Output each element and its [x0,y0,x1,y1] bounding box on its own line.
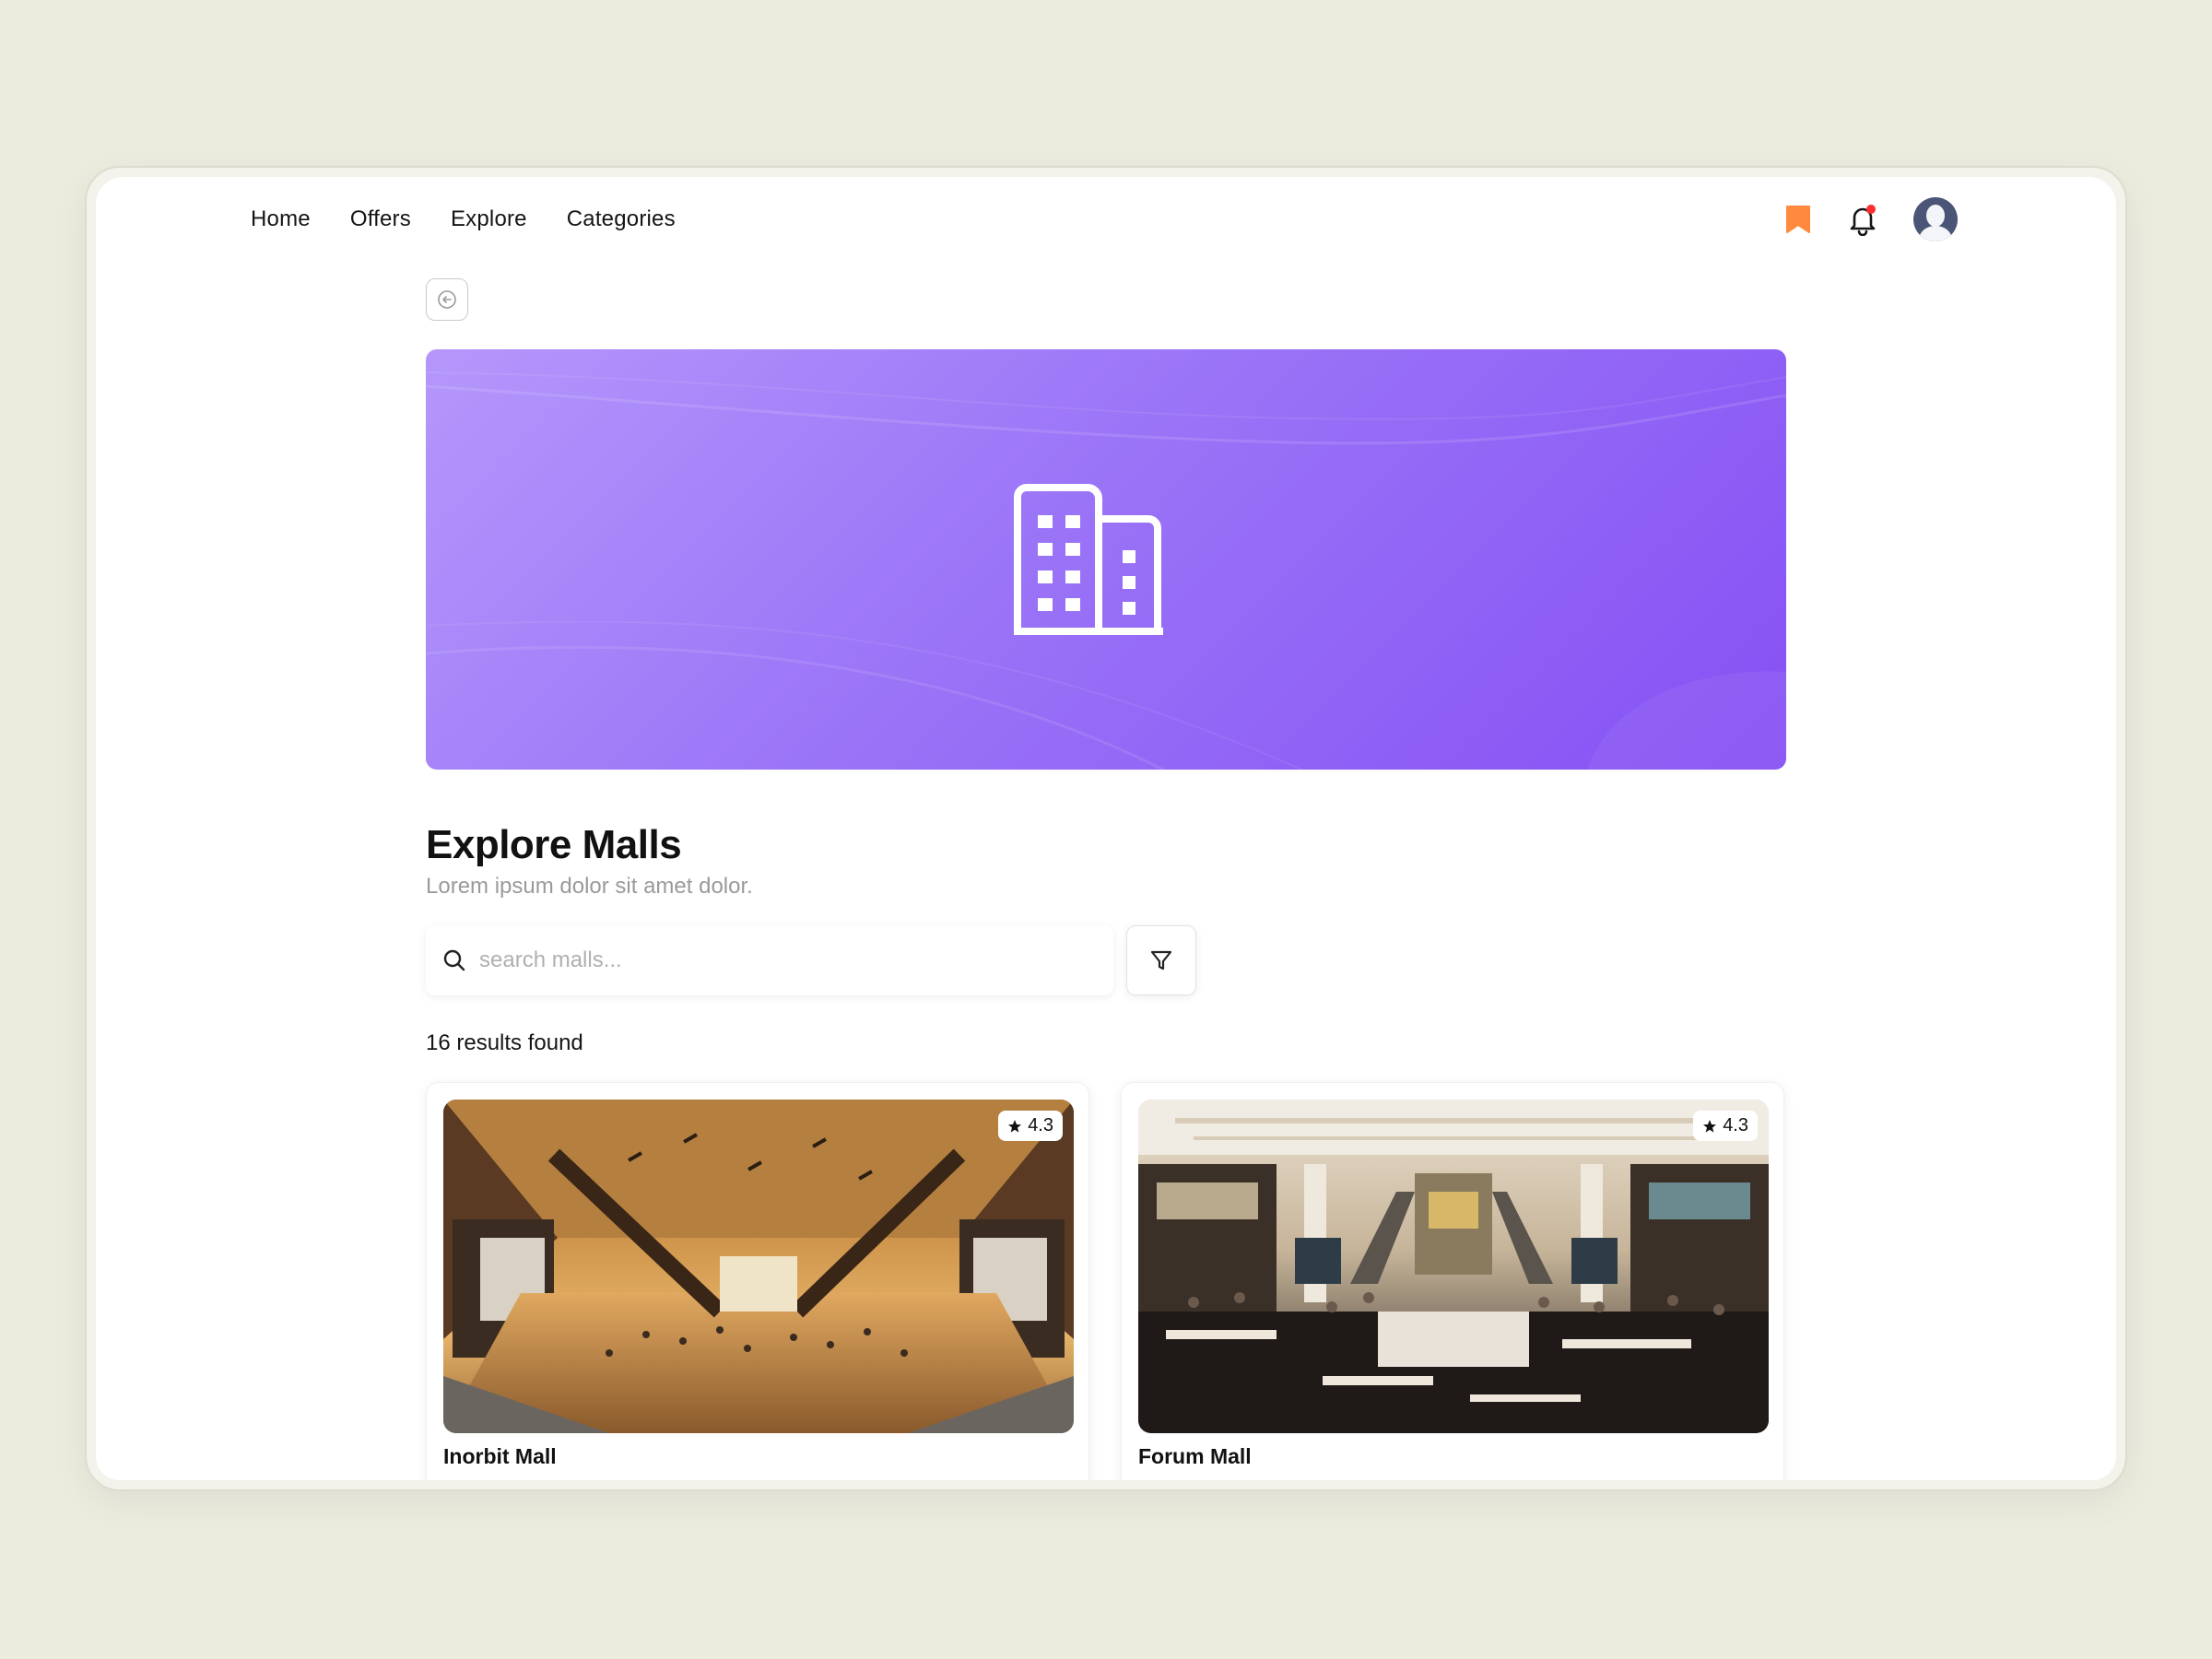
star-icon [1008,1119,1022,1133]
search-icon [443,949,465,971]
top-nav: Home Offers Explore Categories [251,206,676,232]
star-icon [1703,1119,1717,1133]
bookmark-icon [1786,206,1810,233]
rating-value: 4.3 [1028,1115,1053,1135]
nav-home[interactable]: Home [251,206,311,232]
mall-name: Forum Mall [1138,1444,1252,1468]
nav-categories[interactable]: Categories [567,206,676,232]
page-subtitle: Lorem ipsum dolor sit amet dolor. [426,874,753,899]
rating-badge: 4.3 [998,1111,1063,1141]
avatar[interactable] [1913,197,1958,241]
app-window: Home Offers Explore Categories Explore M… [96,177,2116,1480]
search-input[interactable] [479,947,1069,973]
notification-badge [1866,205,1876,214]
rating-badge: 4.3 [1693,1111,1758,1141]
nav-offers[interactable]: Offers [350,206,411,232]
back-button[interactable] [426,278,468,321]
rating-value: 4.3 [1723,1115,1748,1135]
filter-button[interactable] [1126,925,1196,995]
nav-explore[interactable]: Explore [451,206,527,232]
mall-card[interactable]: 4.3 Inorbit Mall [426,1082,1089,1480]
notifications-button[interactable] [1847,203,1878,236]
mall-name: Inorbit Mall [443,1444,557,1468]
building-icon [1014,484,1163,635]
search-bar [426,925,1113,995]
bookmark-button[interactable] [1784,204,1812,235]
page-title: Explore Malls [426,822,682,867]
filter-icon [1150,950,1172,971]
mall-image: 4.3 [1138,1100,1769,1433]
bell-icon [1850,205,1876,236]
mall-image: 4.3 [443,1100,1074,1433]
mall-card[interactable]: 4.3 Forum Mall [1121,1082,1784,1480]
header-actions [1784,197,1958,241]
arrow-left-icon [438,290,456,309]
results-count: 16 results found [426,1030,583,1055]
hero-banner [426,349,1786,770]
